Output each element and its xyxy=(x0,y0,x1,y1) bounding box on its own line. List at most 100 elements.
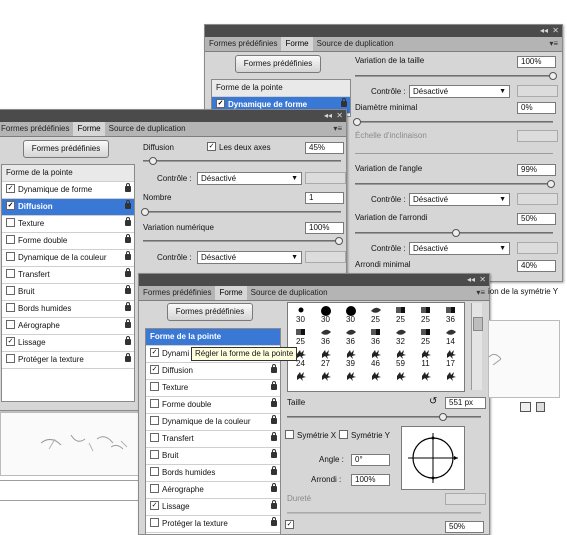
lock-icon[interactable] xyxy=(125,234,131,243)
size-jitter-slider[interactable] xyxy=(355,72,557,80)
lock-icon[interactable] xyxy=(125,183,131,192)
count-field[interactable]: 1 xyxy=(305,192,344,204)
list-item-airbrush[interactable]: Aérographe xyxy=(2,318,134,335)
tab-brush[interactable]: Forme xyxy=(215,286,247,300)
reset-size-icon[interactable]: ↺ xyxy=(429,396,437,407)
brush-tip-grid[interactable]: 30 30 30 25 25 25 36 25 36 36 36 32 25 14 24 27 39 46 59 11… xyxy=(287,302,465,392)
angle-roundness-widget[interactable] xyxy=(401,426,465,490)
flip-y-checkbox[interactable]: Symétrie Y xyxy=(339,430,390,440)
brush-tip-item[interactable]: 27 xyxy=(313,347,338,369)
control-select[interactable]: Désactivé ▼ xyxy=(197,251,302,264)
tab-clone-source[interactable]: Source de duplication xyxy=(105,122,190,136)
brush-tip-item[interactable]: 36 xyxy=(313,325,338,347)
lock-icon[interactable] xyxy=(125,319,131,328)
preset-brushes-button[interactable]: Formes prédéfinies xyxy=(23,140,109,158)
brush-tip-item[interactable] xyxy=(438,369,463,391)
tab-clone-source[interactable]: Source de duplication xyxy=(247,286,332,300)
control-select[interactable]: Désactivé ▼ xyxy=(409,193,510,206)
collapse-icon[interactable]: ◂◂ xyxy=(540,26,548,36)
count-jitter-field[interactable]: 100% xyxy=(305,222,344,234)
tab-preset-brushes[interactable]: Formes prédéfinies xyxy=(139,286,215,300)
collapse-icon[interactable]: ◂◂ xyxy=(467,275,475,285)
brush-tip-item[interactable]: 25 xyxy=(388,303,413,325)
brush-tip-item[interactable]: 36 xyxy=(438,303,463,325)
roundness-field[interactable]: 100% xyxy=(351,474,390,486)
brush-tip-item[interactable]: 30 xyxy=(313,303,338,325)
panel-titlebar[interactable]: ◂◂ ✕ xyxy=(0,110,346,122)
lock-icon[interactable] xyxy=(271,449,277,458)
panel-titlebar[interactable]: ◂◂ ✕ xyxy=(205,25,562,37)
lock-icon[interactable] xyxy=(271,517,277,526)
angle-field[interactable]: 0° xyxy=(351,454,390,466)
preset-brushes-button[interactable]: Formes prédéfinies xyxy=(235,55,321,73)
brush-tip-item[interactable]: 25 xyxy=(413,325,438,347)
brush-tip-item[interactable]: 59 xyxy=(388,347,413,369)
lock-icon[interactable] xyxy=(271,483,277,492)
brush-tip-item[interactable] xyxy=(363,369,388,391)
slider-thumb[interactable] xyxy=(335,237,343,245)
roundness-jitter-field[interactable]: 50% xyxy=(517,213,556,225)
brush-tip-item[interactable]: 30 xyxy=(338,303,363,325)
delete-icon[interactable] xyxy=(536,402,545,412)
tab-preset-brushes[interactable]: Formes prédéfinies xyxy=(0,122,73,136)
list-item-airbrush[interactable]: Aérographe xyxy=(146,482,280,499)
lock-icon[interactable] xyxy=(125,268,131,277)
brush-tip-item[interactable]: 25 xyxy=(413,303,438,325)
list-item-dual-brush[interactable]: Forme double xyxy=(146,397,280,414)
brush-tip-item[interactable]: 14 xyxy=(438,325,463,347)
crosshair-icon[interactable] xyxy=(402,427,464,489)
lock-icon[interactable] xyxy=(125,251,131,260)
flip-x-checkbox[interactable]: Symétrie X xyxy=(285,430,336,440)
brush-tip-item[interactable]: 39 xyxy=(338,347,363,369)
list-item-color-dynamics[interactable]: Dynamique de la couleur xyxy=(146,414,280,431)
brush-tip-item[interactable]: 32 xyxy=(388,325,413,347)
lock-icon[interactable] xyxy=(125,200,131,209)
size-slider[interactable] xyxy=(287,413,481,421)
lock-icon[interactable] xyxy=(125,336,131,345)
scatter-field[interactable]: 45% xyxy=(305,142,344,154)
list-item-smoothing[interactable]: ✓ Lissage xyxy=(2,335,134,352)
roundness-jitter-slider[interactable] xyxy=(355,229,553,237)
list-item-wet-edges[interactable]: Bords humides xyxy=(2,301,134,318)
panel-menu-icon[interactable]: ▾≡ xyxy=(476,288,485,297)
close-icon[interactable]: ✕ xyxy=(479,275,486,285)
brush-tip-item[interactable]: 25 xyxy=(288,325,313,347)
lock-icon[interactable] xyxy=(125,302,131,311)
brush-tip-item[interactable] xyxy=(288,369,313,391)
list-item-texture[interactable]: Texture xyxy=(2,216,134,233)
tab-brush[interactable]: Forme xyxy=(281,37,313,51)
size-jitter-field[interactable]: 100% xyxy=(517,56,556,68)
lock-icon[interactable] xyxy=(125,285,131,294)
brush-tip-item[interactable] xyxy=(338,369,363,391)
spacing-field[interactable]: 50% xyxy=(445,521,484,533)
lock-icon[interactable] xyxy=(125,217,131,226)
lock-icon[interactable] xyxy=(271,381,277,390)
list-item-tip-shape[interactable]: Forme de la pointe xyxy=(212,80,350,97)
control-select[interactable]: Désactivé ▼ xyxy=(409,85,510,98)
slider-thumb[interactable] xyxy=(549,72,557,80)
panel-menu-icon[interactable]: ▾≡ xyxy=(333,124,342,133)
panel-titlebar[interactable]: ◂◂ ✕ xyxy=(139,274,489,286)
lock-icon[interactable] xyxy=(271,364,277,373)
slider-thumb[interactable] xyxy=(353,118,361,126)
list-item-tip-shape[interactable]: Forme de la pointe xyxy=(146,329,280,346)
angle-jitter-field[interactable]: 99% xyxy=(517,164,556,176)
slider-thumb[interactable] xyxy=(141,208,149,216)
list-item-texture[interactable]: Texture xyxy=(146,380,280,397)
panel-menu-icon[interactable]: ▾≡ xyxy=(549,39,558,48)
brush-tip-item[interactable]: 46 xyxy=(363,347,388,369)
lock-icon[interactable] xyxy=(271,500,277,509)
list-item-noise[interactable]: Bruit xyxy=(146,448,280,465)
tab-clone-source[interactable]: Source de duplication xyxy=(313,37,398,51)
lock-icon[interactable] xyxy=(271,398,277,407)
close-icon[interactable]: ✕ xyxy=(336,111,343,121)
slider-thumb[interactable] xyxy=(439,413,447,421)
list-item-noise[interactable]: Bruit xyxy=(2,284,134,301)
close-icon[interactable]: ✕ xyxy=(552,26,559,36)
list-item-transfer[interactable]: Transfert xyxy=(146,431,280,448)
list-item-tip-shape[interactable]: Forme de la pointe xyxy=(2,165,134,182)
collapse-icon[interactable]: ◂◂ xyxy=(324,111,332,121)
brush-tip-item[interactable]: 36 xyxy=(338,325,363,347)
lock-icon[interactable] xyxy=(271,415,277,424)
min-diameter-field[interactable]: 0% xyxy=(517,102,556,114)
